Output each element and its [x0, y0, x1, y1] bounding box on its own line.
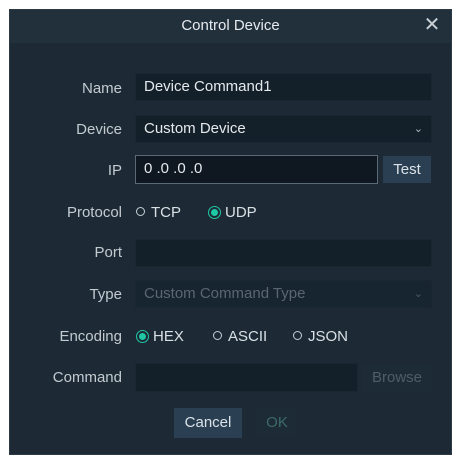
browse-button: Browse [362, 364, 432, 391]
radio-unchecked-icon [136, 207, 145, 216]
protocol-udp-label: UDP [225, 204, 257, 221]
name-label: Name [81, 80, 122, 97]
type-label: Type [89, 286, 122, 303]
radio-unchecked-icon [293, 331, 302, 340]
device-select-value: Custom Device [144, 120, 246, 137]
protocol-udp-radio[interactable]: UDP [210, 204, 257, 221]
ip-input[interactable]: 0 .0 .0 .0 [135, 155, 378, 184]
title-bar: Control Device ✕ [10, 10, 451, 43]
chevron-down-icon: ⌄ [413, 288, 423, 300]
control-device-dialog: Control Device ✕ Name Device Command1 De… [9, 9, 452, 455]
protocol-label: Protocol [66, 204, 122, 221]
dialog-title: Control Device [181, 17, 280, 34]
encoding-json-label: JSON [308, 328, 349, 345]
type-select: Custom Command Type ⌄ [135, 280, 432, 308]
protocol-tcp-label: TCP [151, 204, 181, 221]
device-select[interactable]: Custom Device ⌄ [135, 115, 432, 143]
name-input[interactable]: Device Command1 [135, 73, 432, 101]
cancel-button[interactable]: Cancel [174, 408, 242, 438]
port-label: Port [94, 244, 122, 261]
type-select-value: Custom Command Type [144, 285, 306, 302]
chevron-down-icon: ⌄ [413, 123, 423, 135]
port-input[interactable] [135, 239, 432, 267]
protocol-tcp-radio[interactable]: TCP [136, 204, 181, 221]
radio-checked-icon [211, 209, 218, 216]
encoding-ascii-label: ASCII [228, 328, 268, 345]
encoding-hex-label: HEX [153, 328, 184, 345]
encoding-hex-radio[interactable]: HEX [138, 328, 184, 345]
device-label: Device [76, 121, 122, 138]
command-label: Command [52, 369, 122, 386]
encoding-json-radio[interactable]: JSON [293, 328, 348, 345]
close-icon[interactable]: ✕ [421, 13, 443, 37]
radio-checked-icon [139, 333, 146, 340]
ok-button: OK [257, 408, 297, 438]
encoding-label: Encoding [59, 328, 122, 345]
ip-label: IP [107, 162, 122, 179]
command-input[interactable] [135, 363, 358, 392]
test-button[interactable]: Test [383, 156, 431, 183]
radio-unchecked-icon [213, 331, 222, 340]
encoding-ascii-radio[interactable]: ASCII [213, 328, 267, 345]
